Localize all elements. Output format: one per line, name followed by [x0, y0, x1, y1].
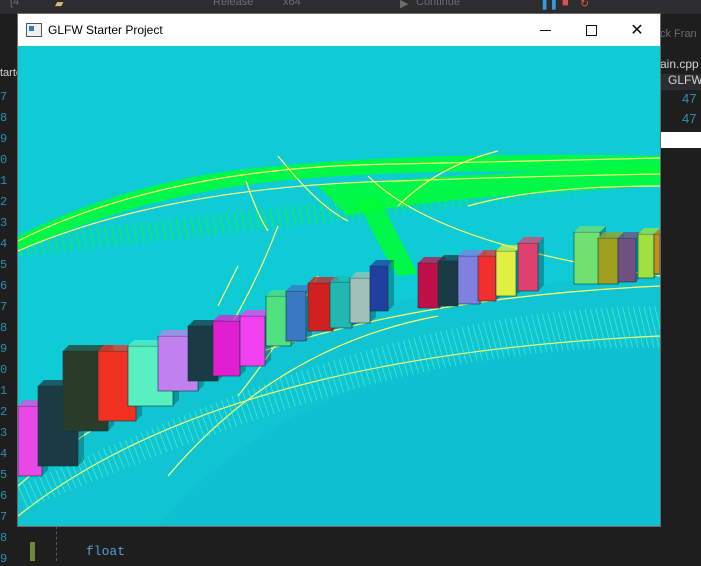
- building-front: [457, 255, 481, 305]
- building-front: [437, 260, 459, 307]
- line-number: 2: [0, 405, 8, 419]
- folder-icon[interactable]: ▰: [55, 0, 63, 10]
- building-front: [477, 255, 497, 302]
- line-number: 5: [0, 468, 8, 482]
- building-front: [573, 231, 601, 285]
- building-front: [369, 265, 389, 312]
- continue-button[interactable]: Continue: [416, 0, 460, 8]
- building-front: [349, 277, 371, 324]
- line-number: 7: [0, 90, 8, 104]
- building-front: [329, 281, 353, 329]
- line-number: 0: [0, 363, 8, 377]
- line-number: 9: [0, 552, 8, 566]
- building-front: [495, 250, 517, 297]
- close-icon: ✕: [630, 22, 644, 39]
- building-front: [285, 290, 307, 342]
- line-number: 9: [0, 132, 8, 146]
- building-front: [517, 242, 539, 292]
- restart-icon[interactable]: ↻: [580, 0, 589, 10]
- window-titlebar[interactable]: GLFW Starter Project ✕: [18, 14, 660, 46]
- line-number: 47: [682, 91, 697, 106]
- line-number: 7: [0, 300, 8, 314]
- play-icon[interactable]: ▶: [400, 0, 408, 10]
- maximize-button[interactable]: [568, 14, 614, 46]
- building-front: [637, 233, 655, 279]
- configuration-dropdown[interactable]: Release: [213, 0, 253, 8]
- line-number: 8: [0, 111, 8, 125]
- right-panel-text: ck Fran: [660, 28, 697, 40]
- ide-right-panel: ck Fran ain.cpp GLFWS 47 47: [660, 14, 701, 561]
- line-number: 0: [0, 153, 8, 167]
- window-title: GLFW Starter Project: [48, 23, 163, 37]
- building-front: [417, 262, 441, 309]
- line-number: 4: [0, 237, 8, 251]
- glfw-window[interactable]: GLFW Starter Project ✕: [18, 14, 660, 526]
- ide-tab-fragment: [4: [10, 0, 20, 8]
- minimize-button[interactable]: [522, 14, 568, 46]
- pause-icon[interactable]: ❚❚: [540, 0, 558, 10]
- line-number: 8: [0, 531, 8, 545]
- line-number: 4: [0, 447, 8, 461]
- close-button[interactable]: ✕: [614, 14, 660, 46]
- line-number: 8: [0, 321, 8, 335]
- platform-dropdown[interactable]: x64: [283, 0, 301, 8]
- maximize-icon: [585, 24, 597, 36]
- building-front: [307, 282, 334, 332]
- render-viewport[interactable]: [18, 46, 660, 526]
- building-front: [239, 315, 266, 367]
- building-front: [597, 237, 619, 285]
- line-number: 7: [0, 510, 8, 524]
- line-number: 6: [0, 279, 8, 293]
- editor-tab-main[interactable]: ain.cpp: [660, 57, 699, 71]
- building-front: [653, 233, 660, 275]
- building-side: [388, 260, 394, 311]
- line-number: 1: [0, 174, 8, 188]
- code-text: float: [86, 544, 126, 559]
- line-number: 2: [0, 195, 8, 209]
- stop-icon[interactable]: ■: [562, 0, 569, 9]
- project-dropdown[interactable]: GLFWS: [668, 73, 701, 87]
- app-icon: [26, 23, 42, 37]
- building-front: [617, 237, 637, 283]
- line-number: 47: [682, 111, 697, 126]
- line-number: 6: [0, 489, 8, 503]
- line-number: 3: [0, 426, 8, 440]
- ide-toolbar: [4 ▰ Release x64 ▶ Continue ❚❚ ■ ↻: [0, 0, 701, 15]
- line-number: 5: [0, 258, 8, 272]
- minimize-icon: [539, 29, 551, 31]
- line-number: 9: [0, 342, 8, 356]
- line-number: 1: [0, 384, 8, 398]
- building-side: [538, 237, 544, 291]
- line-number: 3: [0, 216, 8, 230]
- building-front: [212, 320, 241, 377]
